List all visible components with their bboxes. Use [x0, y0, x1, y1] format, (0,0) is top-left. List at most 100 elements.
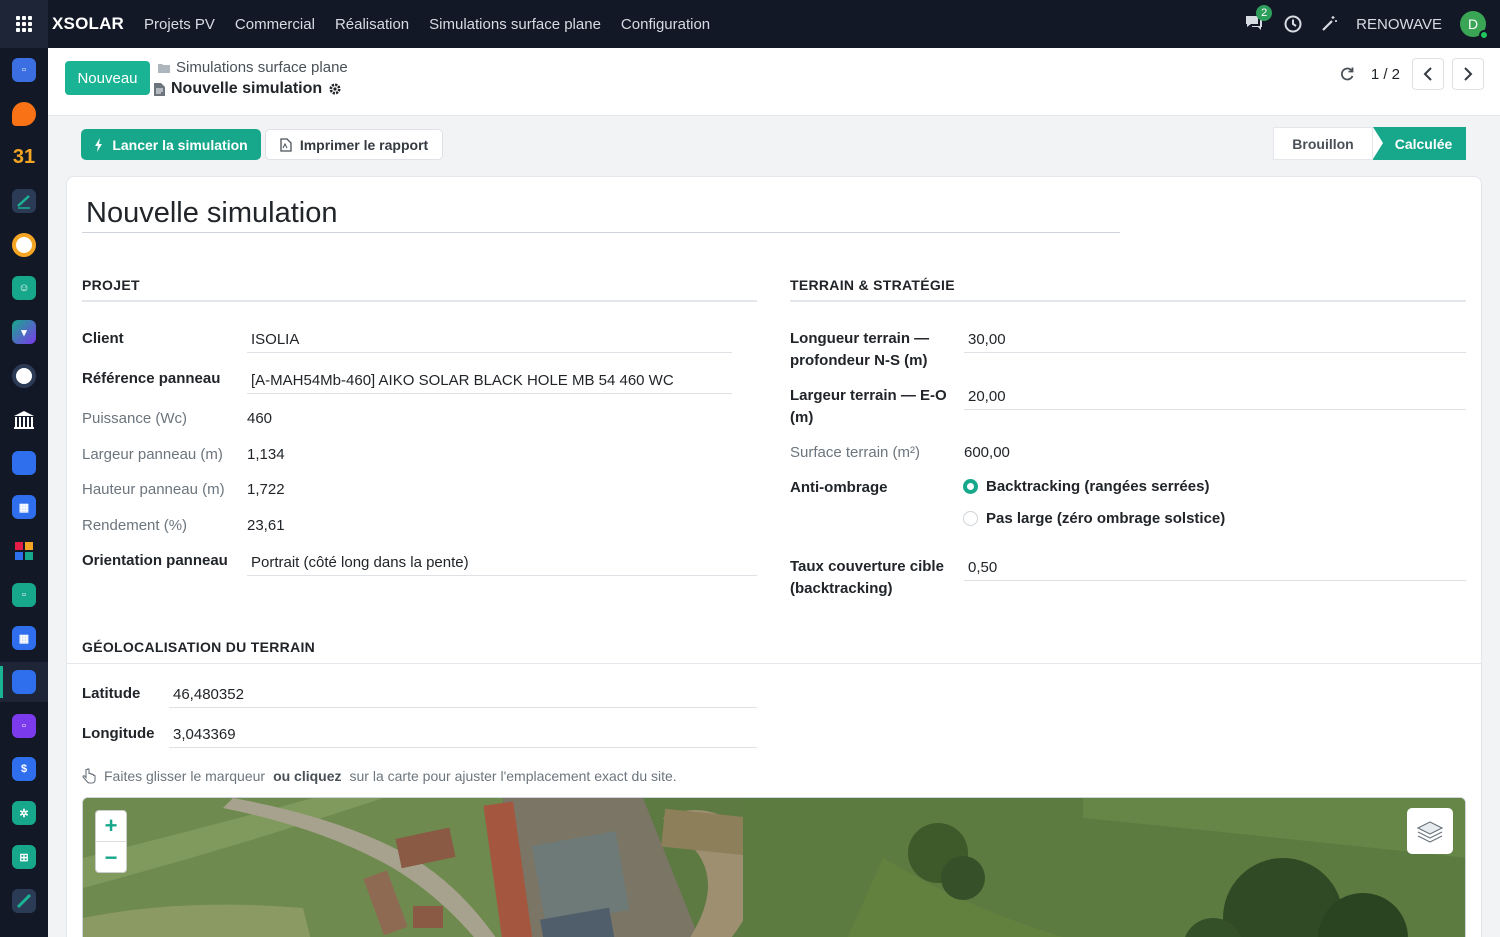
menu-commercial[interactable]: Commercial — [225, 16, 325, 33]
app-dashboards-icon — [12, 539, 36, 563]
pager-value[interactable]: 1 / 2 — [1371, 66, 1400, 83]
menu-realisation[interactable]: Réalisation — [325, 16, 419, 33]
rail-app-knowledge[interactable]: ▫ — [0, 706, 48, 746]
latitude-label: Latitude — [82, 685, 141, 702]
panel-width-label: Largeur panneau (m) — [82, 446, 223, 463]
panel-ref-field[interactable]: [A-MAH54Mb-460] AIKO SOLAR BLACK HOLE MB… — [247, 368, 732, 394]
simulation-name-input[interactable]: Nouvelle simulation — [82, 193, 1120, 233]
section-divider — [82, 300, 757, 302]
app-discuss-icon: ▫ — [12, 58, 36, 82]
print-report-button[interactable]: Imprimer le rapport — [265, 129, 443, 160]
rail-app-appointments[interactable]: ▦ — [0, 618, 48, 658]
panel-height-value: 1,722 — [247, 481, 285, 498]
latitude-field[interactable]: 46,480352 — [169, 682, 757, 708]
shading-option-label: Pas large (zéro ombrage solstice) — [986, 510, 1226, 527]
rail-app-events[interactable]: ▦ — [0, 487, 48, 527]
rail-app-planning[interactable] — [0, 356, 48, 396]
zoom-out-button[interactable]: − — [96, 842, 126, 873]
top-navbar: XSOLAR Projets PV Commercial Réalisation… — [0, 0, 1500, 48]
terrain-length-label-line1: Longueur terrain — — [790, 330, 930, 347]
menu-projets-pv[interactable]: Projets PV — [134, 16, 225, 33]
rail-app-timer[interactable] — [0, 225, 48, 265]
orientation-label: Orientation panneau — [82, 552, 228, 569]
rail-app-spreadsheet[interactable]: ⊞ — [0, 837, 48, 877]
app-rail: ▫ 31 ☺ ▾ ▦ ▫ ▦ ▫ $ ✲ ⊞ — [0, 48, 48, 937]
breadcrumb-parent[interactable]: Simulations surface plane — [158, 59, 348, 76]
new-record-button[interactable]: Nouveau — [65, 61, 150, 95]
terrain-length-label-line2: profondeur N-S (m) — [790, 352, 928, 369]
map-hint: Faites glisser le marqueur ou cliquez su… — [82, 768, 677, 784]
terrain-length-field[interactable]: 30,00 — [964, 327, 1466, 353]
satellite-map[interactable]: + − — [82, 797, 1466, 937]
activity-clock-icon[interactable] — [1284, 15, 1302, 33]
chevron-right-icon — [1464, 67, 1473, 81]
section-title-projet: PROJET — [82, 277, 140, 293]
status-calculated[interactable]: Calculée — [1373, 127, 1466, 160]
terrain-width-field[interactable]: 20,00 — [964, 384, 1466, 410]
brand-name[interactable]: XSOLAR — [52, 14, 124, 34]
rail-app-accounting[interactable]: $ — [0, 749, 48, 789]
radio-checked-icon — [963, 479, 978, 494]
power-label: Puissance (Wc) — [82, 410, 188, 427]
layers-icon — [1416, 821, 1444, 843]
rail-app-sign[interactable] — [0, 181, 48, 221]
terrain-surface-value: 600,00 — [964, 444, 1010, 461]
map-layers-button[interactable] — [1407, 808, 1453, 854]
efficiency-value: 23,61 — [247, 517, 285, 534]
rail-app-contacts[interactable]: ☺ — [0, 268, 48, 308]
app-events-calendar-icon: ▦ — [12, 495, 36, 519]
refresh-icon[interactable] — [1339, 66, 1355, 82]
radio-unchecked-icon — [963, 511, 978, 526]
app-bank-icon — [12, 408, 36, 432]
section-divider — [790, 300, 1466, 302]
rail-app-expenses[interactable]: ▫ — [0, 575, 48, 615]
app-employees-icon: ✲ — [12, 801, 36, 825]
magic-wand-icon[interactable] — [1320, 15, 1338, 33]
coverage-field[interactable]: 0,50 — [964, 555, 1466, 581]
rail-app-discuss[interactable]: ▫ — [0, 50, 48, 90]
pdf-file-icon — [280, 137, 292, 152]
app-sign-pen-icon — [12, 189, 36, 213]
app-calendar-31-icon: 31 — [12, 145, 36, 168]
map-hint-text-bold: ou cliquez — [273, 768, 342, 784]
menu-configuration[interactable]: Configuration — [611, 16, 720, 33]
apps-grid-icon — [16, 16, 32, 32]
pager-previous-button[interactable] — [1412, 58, 1444, 90]
zoom-in-button[interactable]: + — [96, 811, 126, 842]
run-simulation-label: Lancer la simulation — [112, 136, 248, 153]
shading-option-backtracking[interactable]: Backtracking (rangées serrées) — [963, 478, 1209, 495]
gear-icon[interactable] — [328, 82, 342, 96]
user-avatar[interactable]: D — [1460, 11, 1489, 40]
rail-app-simulations[interactable] — [0, 662, 48, 702]
panel-width-value: 1,134 — [247, 446, 285, 463]
rail-app-bank[interactable] — [0, 400, 48, 440]
app-documents-icon — [12, 451, 36, 475]
pager-next-button[interactable] — [1452, 58, 1484, 90]
client-field[interactable]: ISOLIA — [247, 327, 732, 353]
menu-simulations[interactable]: Simulations surface plane — [419, 16, 611, 33]
run-simulation-button[interactable]: Lancer la simulation — [81, 129, 261, 160]
breadcrumb-current-label: Nouvelle simulation — [171, 80, 323, 97]
satellite-imagery — [83, 798, 1465, 937]
orientation-select[interactable]: Portrait (côté long dans la pente) — [247, 550, 757, 576]
longitude-field[interactable]: 3,043369 — [169, 722, 757, 748]
rail-app-employees[interactable]: ✲ — [0, 793, 48, 833]
rail-app-crm[interactable] — [0, 94, 48, 134]
shading-option-label: Backtracking (rangées serrées) — [986, 478, 1210, 495]
client-label: Client — [82, 330, 124, 347]
folder-icon — [158, 63, 170, 73]
rail-app-field-service[interactable] — [0, 881, 48, 921]
rail-app-documents[interactable] — [0, 443, 48, 483]
rail-app-dashboards[interactable] — [0, 531, 48, 571]
apps-menu-button[interactable] — [0, 0, 48, 48]
app-expenses-icon: ▫ — [12, 583, 36, 607]
chat-button[interactable]: 2 — [1244, 5, 1273, 34]
status-draft[interactable]: Brouillon — [1273, 127, 1373, 160]
shading-option-wide-pitch[interactable]: Pas large (zéro ombrage solstice) — [963, 510, 1225, 527]
rail-app-calendar[interactable]: 31 — [0, 137, 48, 177]
lightning-icon — [95, 137, 103, 152]
company-switcher[interactable]: RENOWAVE — [1356, 16, 1442, 33]
avatar-initial: D — [1467, 16, 1479, 32]
breadcrumb-current: Nouvelle simulation — [154, 80, 342, 98]
rail-app-inventory[interactable]: ▾ — [0, 312, 48, 352]
